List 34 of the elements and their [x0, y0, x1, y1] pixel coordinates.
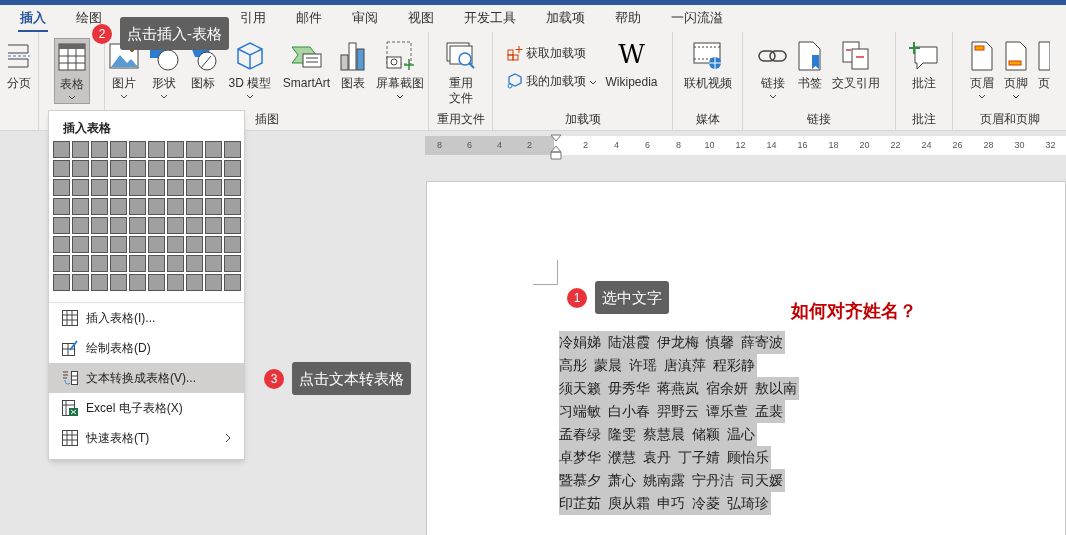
- ruler-number: 2: [526, 139, 533, 152]
- ruler-number: 32: [1044, 139, 1057, 152]
- ruler-number: 22: [889, 139, 902, 152]
- ruler-number: 10: [703, 139, 716, 152]
- ruler-number: 4: [613, 139, 620, 152]
- ruler-number: 16: [796, 139, 809, 152]
- document-heading: 如何对齐姓名？: [791, 300, 917, 323]
- ruler-number: 28: [982, 139, 995, 152]
- group-label: 链接: [806, 111, 832, 128]
- menu-title: 插入表格: [62, 120, 112, 137]
- tooltip: 点击插入-表格: [120, 17, 229, 50]
- ruler-number: 8: [436, 139, 443, 152]
- ruler-number: 14: [765, 139, 778, 152]
- group-label: 插图: [253, 111, 280, 128]
- ruler-number: 6: [466, 139, 473, 152]
- wikipedia-logo: W: [618, 38, 645, 70]
- ruler-number: 8: [675, 139, 682, 152]
- ruler-number: 18: [827, 139, 840, 152]
- ruler-number: 26: [951, 139, 964, 152]
- group-label: 页眉和页脚: [978, 111, 1041, 128]
- group-label: 媒体: [694, 111, 721, 128]
- group-label: 加载项: [563, 111, 602, 128]
- ruler-number: 12: [734, 139, 747, 152]
- ruler-number: 4: [496, 139, 503, 152]
- group-label: 批注: [911, 111, 937, 128]
- ruler-number: 2: [582, 139, 589, 152]
- ruler-number: 20: [858, 139, 871, 152]
- tooltip: 点击文本转表格: [292, 362, 411, 395]
- step-badge: 3: [264, 368, 284, 389]
- ruler-number: 6: [644, 139, 651, 152]
- group-label: 重用文件: [435, 111, 486, 128]
- ruler-number: 30: [1013, 139, 1026, 152]
- ruler-number: 24: [920, 139, 933, 152]
- tooltip: 选中文字: [595, 281, 669, 314]
